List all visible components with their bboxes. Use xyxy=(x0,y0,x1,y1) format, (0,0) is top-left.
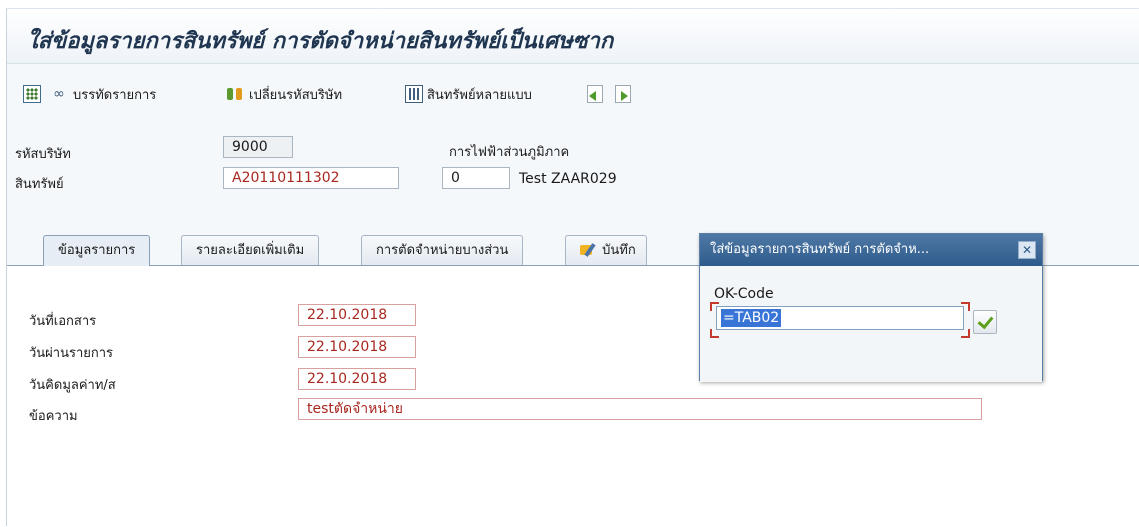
asset-number-field[interactable]: A20110111302 xyxy=(223,167,399,189)
value-date-label: วันคิดมูลค่าท/ส xyxy=(29,378,116,393)
next-button[interactable] xyxy=(615,81,631,107)
asset-label: สินทรัพย์ xyxy=(15,177,64,192)
document-date-label: วันที่เอกสาร xyxy=(29,314,97,329)
glasses-icon: ∞ xyxy=(53,86,65,102)
dialog-title: ใส่ข้อมูลรายการสินทรัพย์ การตัดจำห... xyxy=(700,234,1042,266)
title-bar: ใส่ข้อมูลรายการสินทรัพย์ การตัดจำหน่ายสิ… xyxy=(7,9,1139,64)
value-date-field[interactable]: 22.10.2018 xyxy=(298,368,416,390)
focus-corner-tr xyxy=(961,302,970,311)
posting-date-field[interactable]: 22.10.2018 xyxy=(298,336,416,358)
focus-corner-tl xyxy=(710,302,719,311)
company-name: การไฟฟ้าส่วนภูมิภาค xyxy=(449,145,570,160)
company-code-label: รหัสบริษัท xyxy=(15,147,71,162)
confirm-check-button[interactable] xyxy=(973,310,997,334)
ok-code-value: =TAB02 xyxy=(721,309,782,327)
ok-code-label: OK-Code xyxy=(714,286,774,302)
sap-window: ใส่ข้อมูลรายการสินทรัพย์ การตัดจำหน่ายสิ… xyxy=(6,8,1139,527)
focus-corner-bl xyxy=(710,329,719,338)
asset-subnumber-field[interactable]: 0 xyxy=(442,167,510,189)
company-code-field[interactable]: 9000 xyxy=(223,136,293,158)
application-toolbar: ∞ บรรทัดรายการ เปลี่ยนรหัสบริษัท สินทรัพ… xyxy=(7,81,1139,111)
multiple-assets-icon xyxy=(405,85,423,103)
tab-additional-details[interactable]: รายละเอียดเพิ่มเติม xyxy=(181,235,320,265)
change-company-code-label: เปลี่ยนรหัสบริษัท xyxy=(249,87,343,103)
tab-note-label: บันทึก xyxy=(602,243,636,258)
select-grid-icon xyxy=(23,85,41,103)
next-icon xyxy=(615,85,631,103)
screen-title: ใส่ข้อมูลรายการสินทรัพย์ การตัดจำหน่ายสิ… xyxy=(27,29,614,54)
posting-date-label: วันผ่านรายการ xyxy=(29,346,114,361)
note-icon xyxy=(580,243,598,259)
tab-additional-details-label: รายละเอียดเพิ่มเติม xyxy=(196,243,305,258)
dialog-body: OK-Code =TAB02 xyxy=(700,266,1042,382)
text-label: ข้อความ xyxy=(29,409,78,424)
line-items-button[interactable]: ∞ บรรทัดรายการ xyxy=(49,81,156,107)
asset-description: Test ZAAR029 xyxy=(519,171,617,187)
text-field[interactable]: testตัดจำหน่าย xyxy=(298,398,982,420)
multiple-assets-button[interactable]: สินทรัพย์หลายแบบ xyxy=(405,81,532,107)
tab-partial-retirement[interactable]: การตัดจำหน่ายบางส่วน xyxy=(361,235,524,265)
focus-corner-br xyxy=(961,329,970,338)
previous-icon xyxy=(587,85,603,103)
change-company-code-button[interactable]: เปลี่ยนรหัสบริษัท xyxy=(225,81,342,107)
ok-code-input[interactable]: =TAB02 xyxy=(716,306,964,330)
tab-transaction-data[interactable]: ข้อมูลรายการ xyxy=(43,235,151,266)
tab-transaction-data-label: ข้อมูลรายการ xyxy=(58,243,136,258)
document-date-field[interactable]: 22.10.2018 xyxy=(298,304,416,326)
switch-company-icon xyxy=(225,85,245,103)
multiple-assets-label: สินทรัพย์หลายแบบ xyxy=(427,87,532,103)
line-items-label: บรรทัดรายการ xyxy=(73,87,157,103)
tab-partial-retirement-label: การตัดจำหน่ายบางส่วน xyxy=(376,243,509,258)
previous-button[interactable] xyxy=(587,81,603,107)
select-all-button[interactable] xyxy=(23,81,41,107)
close-icon[interactable]: ✕ xyxy=(1018,241,1036,259)
ok-code-dialog: ใส่ข้อมูลรายการสินทรัพย์ การตัดจำห... ✕ … xyxy=(699,233,1043,382)
tab-note[interactable]: บันทึก xyxy=(565,235,647,265)
